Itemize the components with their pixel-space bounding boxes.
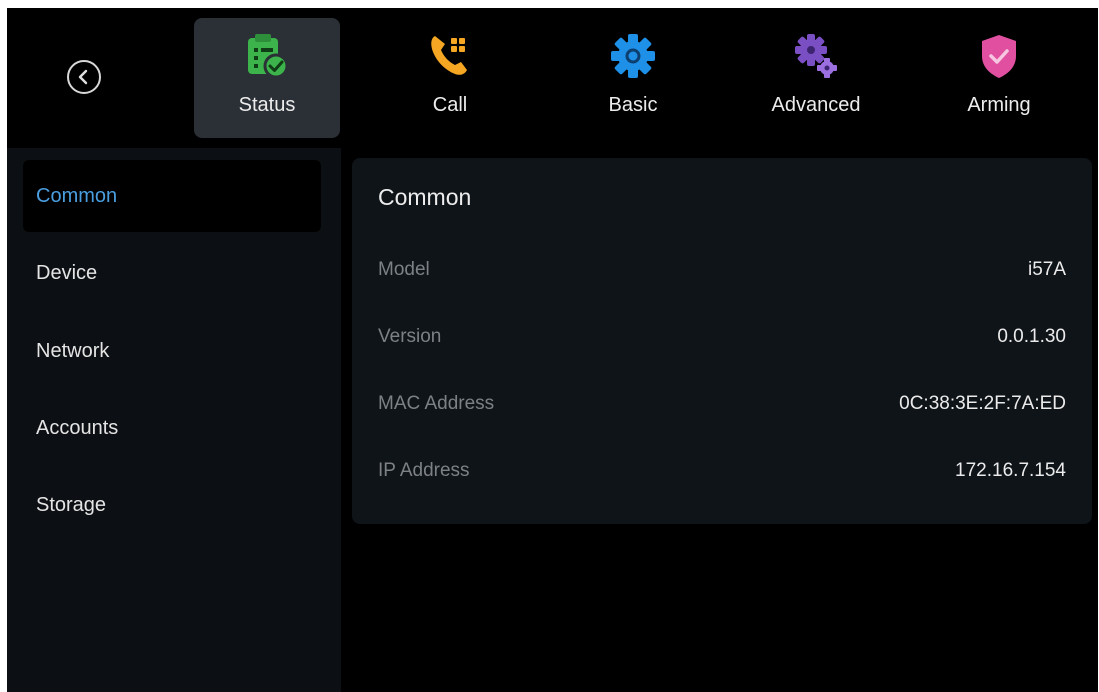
- info-key: Version: [378, 326, 442, 347]
- info-value: i57A: [1027, 259, 1066, 280]
- info-row-version: Version 0.0.1.30: [378, 321, 1066, 353]
- tab-label: Basic: [608, 94, 658, 116]
- gears-icon: [792, 32, 840, 80]
- info-value: 0C:38:3E:2F:7A:ED: [899, 393, 1066, 414]
- sidebar-item-label: Storage: [36, 493, 107, 516]
- tab-label: Arming: [967, 94, 1031, 116]
- tab-label: Call: [432, 94, 468, 116]
- info-key: IP Address: [378, 460, 470, 481]
- status-clipboard-check-icon: [243, 32, 291, 80]
- chevron-left-icon: [78, 69, 88, 85]
- sidebar: Common Device Network Accounts Storage: [7, 148, 341, 692]
- info-row-ip-address: IP Address 172.16.7.154: [378, 455, 1066, 487]
- sidebar-item-device[interactable]: Device: [23, 237, 321, 309]
- info-row-mac-address: MAC Address 0C:38:3E:2F:7A:ED: [378, 388, 1066, 420]
- tab-label: Advanced: [771, 94, 861, 116]
- info-value: 0.0.1.30: [997, 326, 1066, 347]
- sidebar-item-label: Accounts: [36, 416, 119, 439]
- tab-arming[interactable]: Arming: [926, 18, 1072, 138]
- app-screen: Status Call Basic Advanced Arming Common…: [7, 8, 1098, 692]
- info-key: MAC Address: [378, 393, 495, 414]
- info-key: Model: [378, 259, 430, 280]
- tab-basic[interactable]: Basic: [560, 18, 706, 138]
- info-panel: Common Model i57A Version 0.0.1.30 MAC A…: [352, 158, 1092, 524]
- phone-dialpad-icon: [426, 32, 474, 80]
- sidebar-item-storage[interactable]: Storage: [23, 469, 321, 541]
- panel-title: Common: [378, 184, 472, 210]
- sidebar-item-common[interactable]: Common: [23, 160, 321, 232]
- back-button[interactable]: [67, 60, 101, 94]
- tab-status[interactable]: Status: [194, 18, 340, 138]
- gear-icon: [609, 32, 657, 80]
- top-navigation: Status Call Basic Advanced Arming: [7, 8, 1098, 148]
- tab-advanced[interactable]: Advanced: [743, 18, 889, 138]
- sidebar-item-label: Device: [36, 261, 98, 284]
- sidebar-item-label: Common: [36, 184, 118, 207]
- info-row-model: Model i57A: [378, 254, 1066, 286]
- sidebar-item-label: Network: [36, 339, 110, 362]
- sidebar-item-accounts[interactable]: Accounts: [23, 392, 321, 464]
- shield-check-icon: [975, 32, 1023, 80]
- sidebar-item-network[interactable]: Network: [23, 315, 321, 387]
- tab-call[interactable]: Call: [377, 18, 523, 138]
- tab-label: Status: [238, 94, 296, 116]
- info-value: 172.16.7.154: [955, 460, 1066, 481]
